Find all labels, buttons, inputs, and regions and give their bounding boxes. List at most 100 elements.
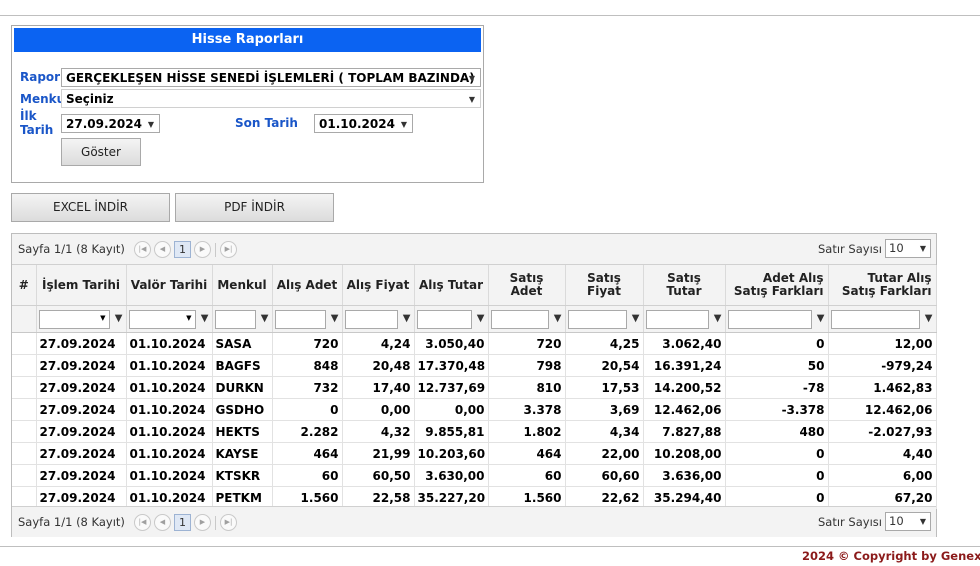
cell-alis-fiyat: 21,99 [342,442,415,465]
pager-separator [215,242,216,257]
pager-nav: |◀ ◀ 1 ▶ ▶| [134,514,237,531]
cell-valor-tarihi: 01.10.2024 [126,398,213,421]
chevron-down-icon: ▼ [919,517,926,526]
cell-alis-tutar: 3.050,40 [414,332,489,355]
filter-icon[interactable]: ▼ [115,313,123,324]
filter-input[interactable] [727,309,812,329]
chevron-down-icon: ▼ [147,120,154,129]
filter-icon[interactable]: ▼ [817,313,825,324]
cell-satis-adet: 810 [488,376,566,399]
col-alis-fiyat[interactable]: Alış Fiyat [342,265,415,306]
cell-menkul: DURKN [212,376,273,399]
rows-select[interactable]: 10 ▼ [885,512,931,531]
filter-date-select[interactable]: ▼ [128,309,196,329]
cell-adet-fark: 0 [725,464,829,487]
table-row[interactable]: 27.09.2024 01.10.2024 DURKN 732 17,40 12… [12,376,937,399]
cell-alis-tutar: 10.203,60 [414,442,489,465]
next-page-icon[interactable]: ▶ [194,241,211,258]
menkul-select[interactable]: Seçiniz ▼ [61,89,481,108]
table-row[interactable]: 27.09.2024 01.10.2024 SASA 720 4,24 3.05… [12,332,937,355]
chevron-down-icon: ▼ [186,313,192,322]
cell-adet-fark: -78 [725,376,829,399]
last-page-icon[interactable]: ▶| [220,241,237,258]
son-tarih-label: Son Tarih [235,116,298,130]
chevron-down-icon: ▼ [100,313,106,322]
rows-select[interactable]: 10 ▼ [885,239,931,258]
cell-satis-fiyat: 4,34 [565,420,644,443]
table-row[interactable]: 27.09.2024 01.10.2024 BAGFS 848 20,48 17… [12,354,937,377]
table-row[interactable]: 27.09.2024 01.10.2024 KTSKR 60 60,50 3.6… [12,464,937,487]
pdf-download-button[interactable]: PDF İNDİR [175,193,334,222]
col-satis-fiyat[interactable]: Satış Fiyat [565,265,644,306]
filter-input[interactable] [214,309,256,329]
header-row: # İşlem Tarihi Valör Tarihi Menkul Alış … [12,265,937,306]
col-tutar-fark[interactable]: Tutar Alış Satış Farkları [828,265,937,306]
filter-icon[interactable]: ▼ [403,313,411,324]
filter-input[interactable] [274,309,326,329]
bottom-divider [0,546,980,547]
cell-index [12,398,37,421]
first-page-icon[interactable]: |◀ [134,514,151,531]
cell-tutar-fark: -2.027,93 [828,420,937,443]
filter-icon[interactable]: ▼ [714,313,722,324]
last-page-icon[interactable]: ▶| [220,514,237,531]
cell-alis-adet: 0 [272,398,343,421]
col-satis-tutar[interactable]: Satış Tutar [643,265,726,306]
filter-input[interactable] [830,309,920,329]
cell-tutar-fark: 4,40 [828,442,937,465]
filter-input[interactable] [567,309,627,329]
filter-input[interactable] [645,309,709,329]
cell-satis-adet: 798 [488,354,566,377]
cell-alis-tutar: 12.737,69 [414,376,489,399]
prev-page-icon[interactable]: ◀ [154,241,171,258]
rapor-select[interactable]: GERÇEKLEŞEN HİSSE SENEDİ İŞLEMLERİ ( TOP… [61,68,481,87]
col-islem-tarihi[interactable]: İşlem Tarihi [36,265,127,306]
filter-icon[interactable]: ▼ [925,313,933,324]
rapor-select-value: GERÇEKLEŞEN HİSSE SENEDİ İŞLEMLERİ ( TOP… [66,71,475,85]
son-tarih-select[interactable]: 01.10.2024 ▼ [314,114,413,133]
cell-alis-adet: 464 [272,442,343,465]
filter-icon[interactable]: ▼ [261,313,269,324]
table-row[interactable]: 27.09.2024 01.10.2024 KAYSE 464 21,99 10… [12,442,937,465]
filter-input[interactable] [416,309,472,329]
table-row[interactable]: 27.09.2024 01.10.2024 HEKTS 2.282 4,32 9… [12,420,937,443]
cell-satis-adet: 3.378 [488,398,566,421]
col-adet-fark[interactable]: Adet Alış Satış Farkları [725,265,829,306]
cell-adet-fark: 50 [725,354,829,377]
ilk-tarih-label-1: İlk [20,109,37,123]
filter-date-select[interactable]: ▼ [38,309,110,329]
excel-download-button[interactable]: EXCEL İNDİR [11,193,170,222]
filter-input[interactable] [344,309,398,329]
pager-separator [215,515,216,530]
col-index[interactable]: # [12,265,37,306]
filter-input[interactable] [490,309,549,329]
col-menkul[interactable]: Menkul [212,265,273,306]
table-row[interactable]: 27.09.2024 01.10.2024 GSDHO 0 0,00 0,00 … [12,398,937,421]
filter-icon[interactable]: ▼ [554,313,562,324]
ilk-tarih-select[interactable]: 27.09.2024 ▼ [61,114,160,133]
filter-icon[interactable]: ▼ [201,313,209,324]
cell-satis-tutar: 3.636,00 [643,464,726,487]
cell-islem-tarihi: 27.09.2024 [36,398,127,421]
col-valor-tarihi[interactable]: Valör Tarihi [126,265,213,306]
cell-adet-fark: -3.378 [725,398,829,421]
cell-alis-tutar: 9.855,81 [414,420,489,443]
col-alis-tutar[interactable]: Alış Tutar [414,265,489,306]
filter-icon[interactable]: ▼ [331,313,339,324]
cell-satis-fiyat: 4,25 [565,332,644,355]
next-page-icon[interactable]: ▶ [194,514,211,531]
cell-adet-fark: 0 [725,332,829,355]
col-alis-adet[interactable]: Alış Adet [272,265,343,306]
rapor-label: Rapor [20,70,61,84]
filter-cell: ▼ ▼ [126,305,213,333]
page-number[interactable]: 1 [174,514,191,531]
filter-cell: ▼ [414,305,489,333]
filter-icon[interactable]: ▼ [632,313,640,324]
goster-button[interactable]: Göster [61,138,141,166]
page-number[interactable]: 1 [174,241,191,258]
first-page-icon[interactable]: |◀ [134,241,151,258]
filter-icon[interactable]: ▼ [477,313,485,324]
data-table: # İşlem Tarihi Valör Tarihi Menkul Alış … [12,265,937,509]
prev-page-icon[interactable]: ◀ [154,514,171,531]
col-satis-adet[interactable]: Satış Adet [488,265,566,306]
